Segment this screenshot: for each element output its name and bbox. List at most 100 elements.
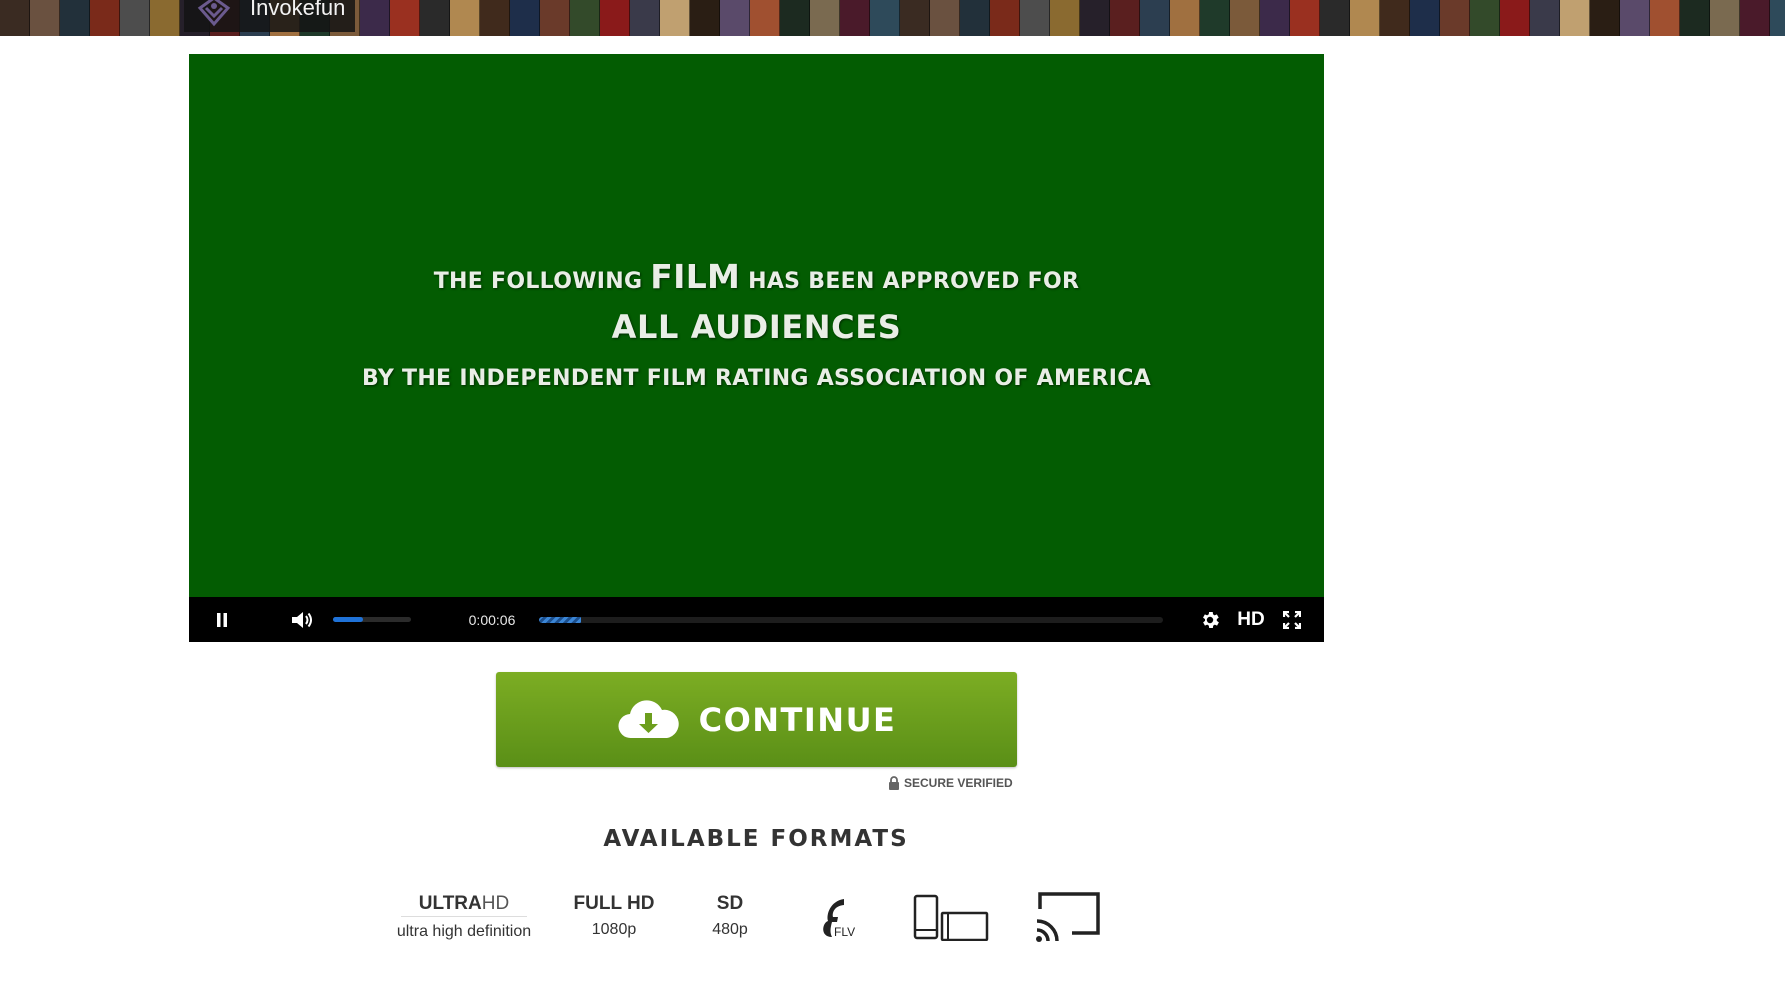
poster-thumbnail [630, 0, 660, 36]
poster-thumbnail [1170, 0, 1200, 36]
poster-thumbnail [1620, 0, 1650, 36]
rating-line-1-film: FILM [650, 257, 741, 296]
poster-thumbnail [1650, 0, 1680, 36]
poster-thumbnail [900, 0, 930, 36]
video-player[interactable]: THE FOLLOWING FILM HAS BEEN APPROVED FOR… [189, 54, 1324, 642]
secure-verified-label: SECURE VERIFIED [904, 776, 1013, 790]
poster-thumbnail [780, 0, 810, 36]
secure-verified-badge: SECURE VERIFIED [888, 774, 1013, 792]
format-sd-subtitle: 480p [712, 921, 748, 938]
poster-thumbnail [510, 0, 540, 36]
poster-thumbnail [1740, 0, 1770, 36]
rating-line-3: BY THE INDEPENDENT FILM RATING ASSOCIATI… [361, 366, 1152, 391]
rating-line-1-part-c: HAS BEEN APPROVED FOR [740, 269, 1080, 294]
poster-thumbnail [0, 0, 30, 36]
video-screen[interactable]: THE FOLLOWING FILM HAS BEEN APPROVED FOR… [189, 54, 1324, 597]
rating-line-1: THE FOLLOWING FILM HAS BEEN APPROVED FOR [189, 257, 1324, 296]
formats-title: AVAILABLE FORMATS [603, 826, 909, 852]
poster-thumbnail [1560, 0, 1590, 36]
poster-thumbnail [690, 0, 720, 36]
flv-label: FLV [834, 925, 855, 939]
poster-thumbnail [930, 0, 960, 36]
poster-thumbnail [1410, 0, 1440, 36]
poster-thumbnail [1680, 0, 1710, 36]
poster-thumbnail [360, 0, 390, 36]
quality-button[interactable]: HD [1229, 597, 1273, 642]
site-brand[interactable]: Invokefun [184, 0, 356, 32]
fullscreen-button[interactable] [1279, 597, 1305, 642]
format-full-hd-title: FULL HD [573, 893, 655, 914]
poster-thumbnail [960, 0, 990, 36]
format-ultra-bold: ULTRA [418, 893, 482, 914]
pause-icon [217, 612, 227, 627]
poster-thumbnail [1200, 0, 1230, 36]
brand-name: Invokefun [250, 0, 346, 20]
poster-thumbnail [390, 0, 420, 36]
poster-thumbnail [720, 0, 750, 36]
player-controls: 0:00:06 HD [189, 597, 1324, 642]
poster-thumbnail [1350, 0, 1380, 36]
poster-thumbnail [1230, 0, 1260, 36]
poster-thumbnail [1110, 0, 1140, 36]
poster-thumbnail [1290, 0, 1320, 36]
poster-thumbnail [1080, 0, 1110, 36]
continue-button[interactable]: CONTINUE [496, 672, 1017, 767]
volume-button[interactable] [287, 597, 317, 642]
volume-slider[interactable] [333, 617, 411, 622]
format-sd-title: SD [716, 893, 744, 914]
poster-thumbnail [60, 0, 90, 36]
format-ultra-hd: ULTRAHD ultra high definition [388, 893, 540, 943]
poster-thumbnail [1770, 0, 1785, 36]
settings-button[interactable] [1197, 597, 1223, 642]
format-ultra-thin: HD [481, 893, 510, 914]
poster-thumbnail [1320, 0, 1350, 36]
continue-label: CONTINUE [698, 700, 897, 739]
poster-thumbnail [1380, 0, 1410, 36]
volume-level [333, 617, 363, 622]
poster-thumbnail [540, 0, 570, 36]
logo-icon [197, 0, 231, 27]
seek-bar[interactable] [539, 617, 1163, 623]
poster-thumbnail [1050, 0, 1080, 36]
poster-thumbnail [120, 0, 150, 36]
poster-thumbnail [750, 0, 780, 36]
poster-thumbnail [30, 0, 60, 36]
flash-flv-icon: FLV [823, 899, 855, 939]
current-time: 0:00:06 [468, 611, 516, 628]
poster-thumbnail [1260, 0, 1290, 36]
fullscreen-icon [1283, 610, 1301, 629]
poster-thumbnail [990, 0, 1020, 36]
poster-thumbnail [420, 0, 450, 36]
poster-thumbnail [840, 0, 870, 36]
poster-thumbnail [1470, 0, 1500, 36]
poster-thumbnail [150, 0, 180, 36]
poster-thumbnail [1020, 0, 1050, 36]
pause-button[interactable] [209, 597, 235, 642]
volume-icon [292, 611, 312, 628]
poster-thumbnail [450, 0, 480, 36]
poster-thumbnail [1710, 0, 1740, 36]
rating-line-2: ALL AUDIENCES [611, 308, 902, 346]
rating-line-1-part-a: THE FOLLOWING [433, 269, 651, 294]
poster-thumbnail [1500, 0, 1530, 36]
lock-icon [889, 776, 899, 790]
cloud-download-icon [618, 699, 679, 738]
poster-thumbnail [600, 0, 630, 36]
poster-thumbnail [1140, 0, 1170, 36]
poster-thumbnail [90, 0, 120, 36]
seek-progress [539, 617, 581, 623]
poster-thumbnail [1590, 0, 1620, 36]
poster-thumbnail [1530, 0, 1560, 36]
poster-thumbnail [870, 0, 900, 36]
poster-thumbnail [660, 0, 690, 36]
top-banner: Invokefun [0, 0, 1785, 36]
format-full-hd: FULL HD 1080p [565, 893, 663, 941]
poster-thumbnail [570, 0, 600, 36]
cast-icon [1036, 892, 1100, 942]
poster-thumbnail [480, 0, 510, 36]
poster-thumbnail [810, 0, 840, 36]
format-sd: SD 480p [700, 893, 760, 941]
gear-icon [1203, 611, 1219, 628]
format-ultra-subtitle: ultra high definition [396, 923, 532, 940]
poster-thumbnail [1440, 0, 1470, 36]
